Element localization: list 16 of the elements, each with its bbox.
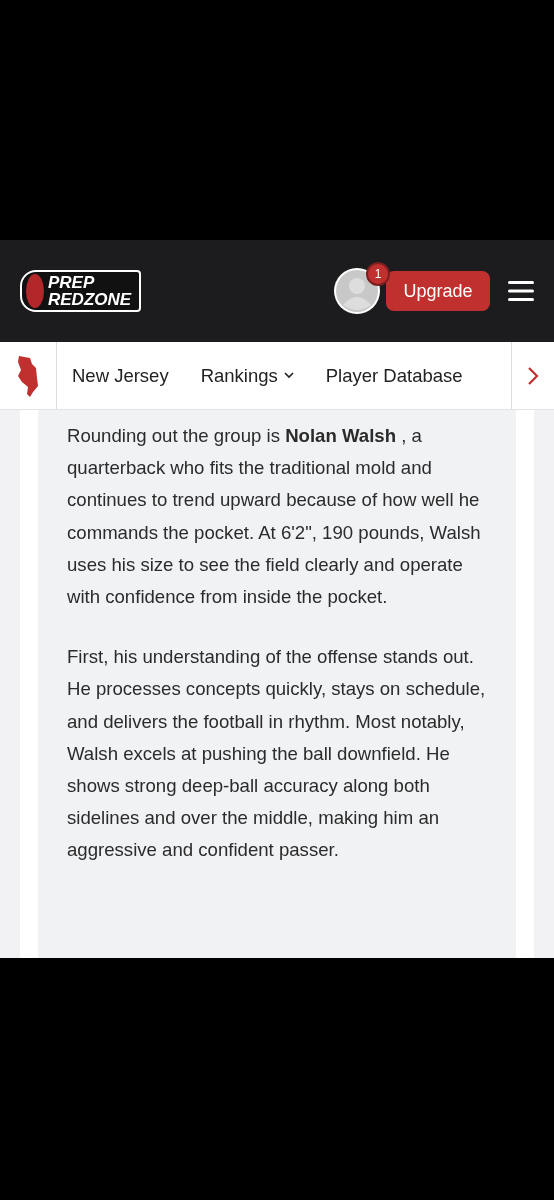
nav-link[interactable]: Player Database xyxy=(316,364,472,387)
player-link[interactable]: Nolan Walsh xyxy=(285,425,396,446)
article-paragraph: Rounding out the group is Nolan Walsh , a quarterback who fits the traditional mold and continues to trend upward because of how well he commands the pocket. At 6'2", 190 pounds, Walsh uses his size to see the field clearly and operate with confidence from inside the pocket. xyxy=(67,424,482,609)
logo-text: PREP xyxy=(48,274,96,291)
article-paragraph: First, his understanding of the offense stands out. He processes concepts quickly, stays on schedule, and delivers the football in rhythm. Most notably, Walsh excels at pushing the ball downfield. He shows strong deep-ball accuracy along both sidelines and over the middle, making him an aggressive and confident passer. xyxy=(67,645,487,863)
menu-icon[interactable] xyxy=(508,281,534,301)
upgrade-button[interactable]: Upgrade xyxy=(386,271,490,311)
notification-badge: 1 xyxy=(366,262,390,286)
chevron-right-icon[interactable] xyxy=(527,365,539,386)
nav-dropdown[interactable]: Rankings xyxy=(191,364,303,387)
nav-link[interactable]: New Jersey xyxy=(63,364,178,387)
logo[interactable]: PREP REDZONE xyxy=(20,270,142,312)
avatar-icon[interactable] xyxy=(335,269,379,313)
state-map-icon[interactable] xyxy=(16,353,40,398)
logo-text: REDZONE xyxy=(48,291,132,308)
chevron-down-icon xyxy=(283,372,294,379)
